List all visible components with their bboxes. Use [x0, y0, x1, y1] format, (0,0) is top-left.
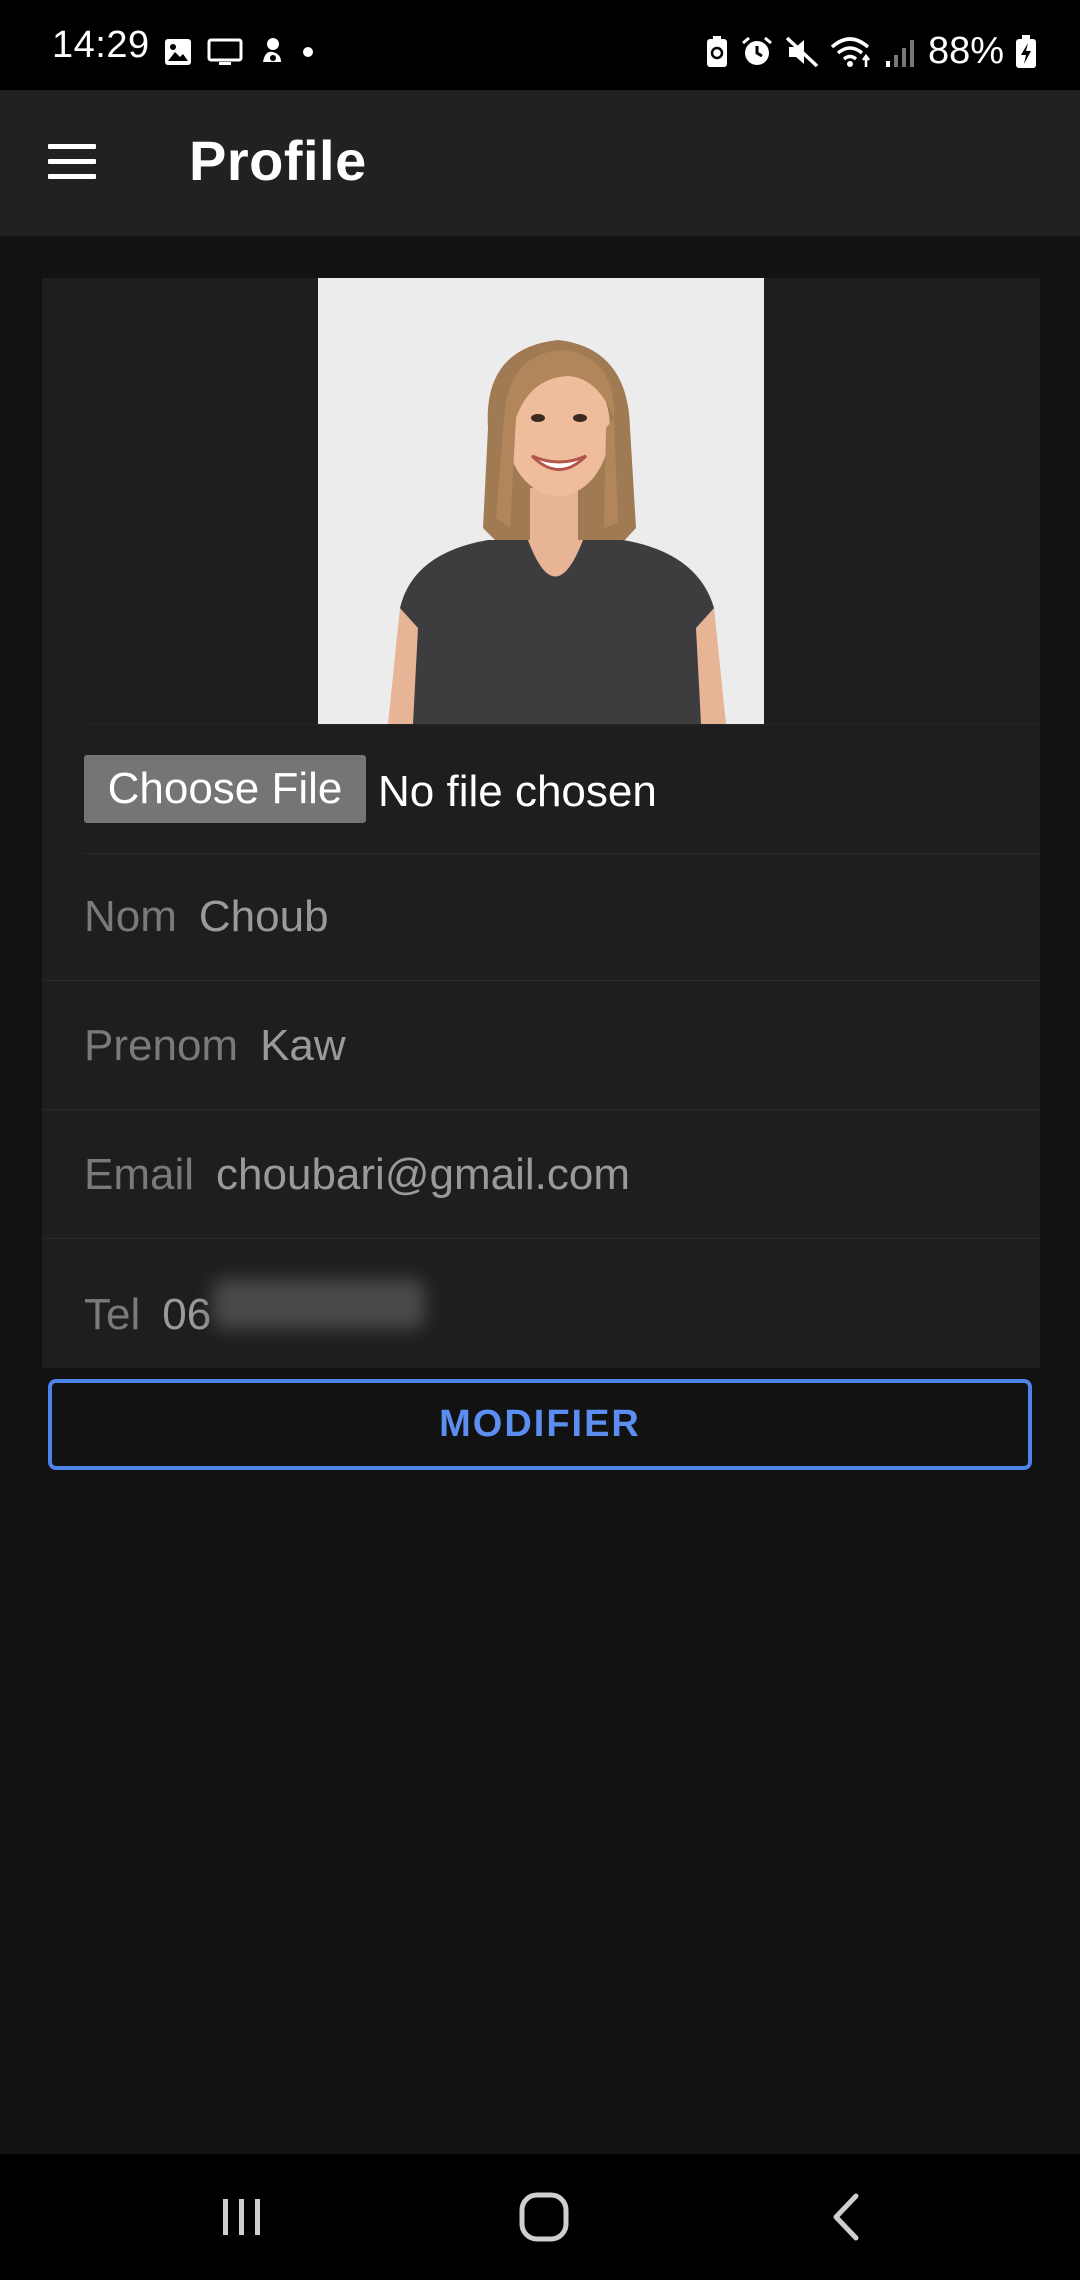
battery-percentage: 88% [927, 30, 1004, 72]
profile-card: Choose File No file chosen Nom Choub Pre… [42, 278, 1040, 1368]
nom-field[interactable]: Nom Choub [42, 852, 1040, 981]
signal-icon [885, 39, 914, 67]
hamburger-menu-icon[interactable] [48, 144, 98, 182]
tel-label: Tel [84, 1290, 141, 1339]
mute-icon [785, 36, 819, 67]
email-field[interactable]: Email choubari@gmail.com [42, 1110, 1040, 1239]
profile-photo [318, 278, 764, 724]
email-value[interactable]: choubari@gmail.com [216, 1150, 630, 1200]
email-label: Email [84, 1150, 195, 1199]
profile-screen: 14:29 88% Profile Choose File No file ch… [0, 0, 1080, 2280]
profile-photo-image [318, 278, 764, 724]
dot-icon [303, 47, 313, 57]
cast-icon [207, 38, 243, 65]
nom-value[interactable]: Choub [199, 892, 329, 942]
status-time: 14:29 [52, 24, 150, 66]
alarm-icon [741, 36, 772, 65]
file-input-row: Choose File No file chosen [84, 724, 1040, 854]
status-left-icons [163, 36, 315, 68]
recents-icon[interactable] [202, 2184, 282, 2250]
wifi-icon [830, 36, 870, 67]
app-bar: Profile [0, 90, 1080, 236]
prenom-value[interactable]: Kaw [260, 1021, 346, 1071]
status-right-icons: 88% [704, 30, 1038, 73]
tel-redacted-mask [213, 1279, 426, 1329]
battery-icon [1016, 34, 1036, 68]
image-icon [165, 39, 191, 65]
modifier-button[interactable]: MODIFIER [48, 1379, 1032, 1470]
page-title: Profile [189, 129, 367, 192]
choose-file-button[interactable]: Choose File [84, 755, 366, 823]
prenom-label: Prenom [84, 1021, 239, 1070]
nom-label: Nom [84, 892, 177, 941]
status-bar: 14:29 88% [0, 0, 1080, 90]
tel-field[interactable]: Tel 06 [42, 1239, 1040, 1367]
file-status-text: No file chosen [378, 767, 657, 816]
prenom-field[interactable]: Prenom Kaw [42, 981, 1040, 1110]
lock-battery-icon [706, 35, 727, 67]
tel-value[interactable]: 06 [162, 1290, 211, 1340]
back-icon[interactable] [806, 2184, 886, 2250]
home-icon[interactable] [504, 2184, 584, 2250]
system-nav-bar [0, 2154, 1080, 2280]
notification-app-icon [263, 38, 281, 62]
